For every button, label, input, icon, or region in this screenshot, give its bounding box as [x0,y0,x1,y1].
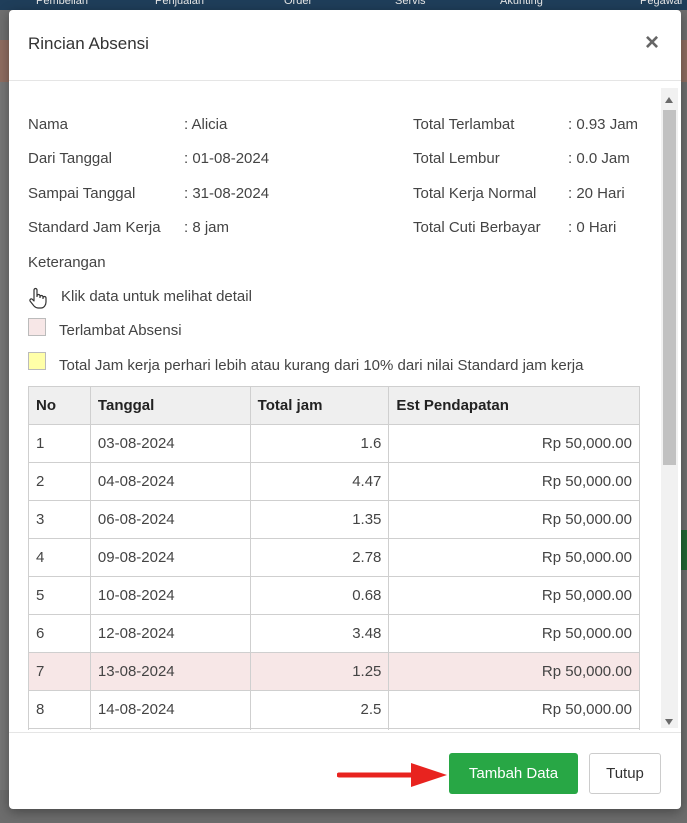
table-row-late[interactable]: 7 13-08-2024 1.25 Rp 50,000.00 [28,652,640,691]
bg-menu-pembelian: Pembelian [36,0,88,7]
table-header-row: No Tanggal Total jam Est Pendapatan [28,386,640,425]
table-row[interactable]: 3 06-08-2024 1.35 Rp 50,000.00 [28,500,640,539]
cell-total-jam [249,728,390,730]
info-value: : Alicia [184,116,228,133]
cell-total-jam: 1.35 [249,500,390,539]
cell-est: Rp 50,000.00 [388,652,640,691]
bg-menu-order: Order [284,0,313,7]
cell-total-jam: 1.6 [249,424,390,463]
cell-no: 2 [28,462,91,501]
cell-est: Rp 50,000.00 [388,538,640,577]
info-value: : 0.0 Jam [568,150,630,167]
background-top-nav: Pembelian Penjualan Order Servis Akuntin… [0,0,687,10]
rincian-absensi-modal: Rincian Absensi × Nama : Alicia Dari Tan… [9,10,681,809]
cell-tanggal: 13-08-2024 [89,652,251,691]
header-no: No [28,386,91,425]
cell-no: 3 [28,500,91,539]
info-label: Nama [28,116,69,133]
cell-est: Rp 50,000.00 [388,424,640,463]
info-label: Sampai Tanggal [28,185,136,202]
table-row[interactable]: 5 10-08-2024 0.68 Rp 50,000.00 [28,576,640,615]
bg-menu-penjualan: Penjualan [155,0,204,7]
cell-tanggal: 04-08-2024 [89,462,251,501]
cell-est [388,728,640,730]
cell-est: Rp 50,000.00 [388,690,640,729]
cell-no: 8 [28,690,91,729]
info-value: : 31-08-2024 [184,185,270,202]
modal-title: Rincian Absensi [28,34,149,53]
info-label: Total Kerja Normal [413,185,537,202]
table-row[interactable] [28,728,640,730]
table-row[interactable]: 6 12-08-2024 3.48 Rp 50,000.00 [28,614,640,653]
absensi-table: No Tanggal Total jam Est Pendapatan 1 03… [28,386,640,730]
scroll-down-icon[interactable] [665,719,673,725]
bg-menu-akunting: Akunting [500,0,543,7]
header-tanggal: Tanggal [89,386,251,425]
cell-total-jam: 0.68 [249,576,390,615]
hand-pointer-icon [29,287,47,309]
cell-total-jam: 1.25 [249,652,390,691]
table-row[interactable]: 2 04-08-2024 4.47 Rp 50,000.00 [28,462,640,501]
cell-est: Rp 50,000.00 [388,576,640,615]
cell-tanggal [89,728,251,730]
cell-est: Rp 50,000.00 [388,500,640,539]
cell-no: 6 [28,614,91,653]
legend-deviation-swatch [28,352,46,370]
info-value: : 20 Hari [568,185,625,202]
red-arrow-icon [337,763,447,787]
cell-est: Rp 50,000.00 [388,614,640,653]
cell-no [28,728,91,730]
info-label: Total Terlambat [413,116,515,133]
info-label: Standard Jam Kerja [28,219,161,236]
cell-no: 4 [28,538,91,577]
legend-late-swatch [28,318,46,336]
legend-deviation-text: Total Jam kerja perhari lebih atau kuran… [59,357,584,374]
modal-footer: Tambah Data Tutup [9,732,681,809]
info-value: : 01-08-2024 [184,150,270,167]
cell-total-jam: 2.5 [249,690,390,729]
table-body: 1 03-08-2024 1.6 Rp 50,000.00 2 04-08-20… [28,424,640,730]
cell-tanggal: 06-08-2024 [89,500,251,539]
cell-tanggal: 09-08-2024 [89,538,251,577]
info-value: : 8 jam [184,219,230,236]
legend-late-text: Terlambat Absensi [59,322,182,339]
keterangan-label: Keterangan [28,254,106,271]
close-icon[interactable]: × [641,30,663,56]
info-label: Total Cuti Berbayar [413,219,541,236]
cell-tanggal: 03-08-2024 [89,424,251,463]
bg-menu-pegawai: Pegawai [640,0,683,7]
cell-no: 7 [28,652,91,691]
bg-menu-servis: Servis [395,0,426,7]
header-total-jam: Total jam [249,386,390,425]
cell-total-jam: 4.47 [249,462,390,501]
scroll-thumb[interactable] [663,110,676,465]
cell-no: 5 [28,576,91,615]
cell-total-jam: 2.78 [249,538,390,577]
modal-body: Nama : Alicia Dari Tanggal : 01-08-2024 … [9,82,681,730]
header-est-pendapatan: Est Pendapatan [388,386,640,425]
cell-tanggal: 10-08-2024 [89,576,251,615]
info-label: Dari Tanggal [28,150,112,167]
cell-no: 1 [28,424,91,463]
info-value: : 0 Hari [568,219,617,236]
modal-header: Rincian Absensi × [9,10,681,81]
cell-est: Rp 50,000.00 [388,462,640,501]
table-row[interactable]: 4 09-08-2024 2.78 Rp 50,000.00 [28,538,640,577]
modal-scrollbar[interactable] [661,88,678,728]
legend-click-hint: Klik data untuk melihat detail [61,288,252,305]
info-value: : 0.93 Jam [568,116,639,133]
tutup-button[interactable]: Tutup [589,753,661,794]
table-row[interactable]: 1 03-08-2024 1.6 Rp 50,000.00 [28,424,640,463]
cell-tanggal: 14-08-2024 [89,690,251,729]
scroll-up-icon[interactable] [665,97,673,103]
cell-tanggal: 12-08-2024 [89,614,251,653]
cell-total-jam: 3.48 [249,614,390,653]
table-row[interactable]: 8 14-08-2024 2.5 Rp 50,000.00 [28,690,640,729]
info-label: Total Lembur [413,150,500,167]
tambah-data-button[interactable]: Tambah Data [449,753,578,794]
